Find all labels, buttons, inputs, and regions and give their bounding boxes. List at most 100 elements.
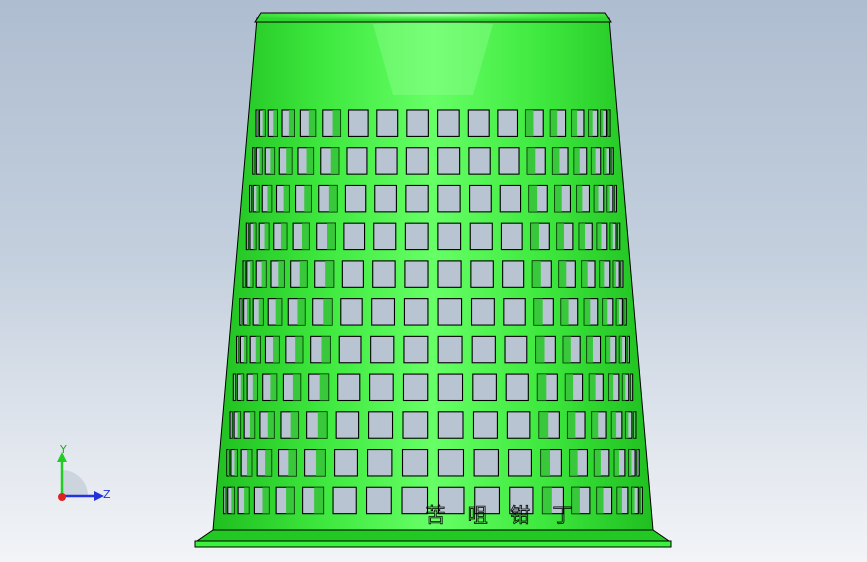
- wastebasket-model[interactable]: 苦 咀 钳 丁: [0, 0, 867, 562]
- hole-inner-wall: [625, 411, 629, 439]
- hole-inner-wall: [250, 260, 253, 288]
- hole-inner-wall: [283, 185, 290, 212]
- perforation-hole: [508, 448, 532, 477]
- perforation-hole: [437, 222, 462, 251]
- hole-inner-wall: [588, 110, 593, 137]
- hole-inner-wall: [265, 449, 272, 476]
- base-plate: [194, 540, 672, 548]
- hole-inner-wall: [563, 336, 571, 363]
- hole-inner-wall: [528, 185, 538, 212]
- perforation-hole: [437, 184, 461, 213]
- triad-plane-shading: [62, 470, 88, 496]
- perforation-hole: [468, 147, 491, 175]
- hole-inner-wall: [286, 147, 292, 175]
- hole-inner-wall: [594, 449, 601, 476]
- hole-inner-wall: [605, 336, 611, 363]
- perforation-hole: [403, 335, 429, 364]
- hole-inner-wall: [633, 411, 635, 439]
- perforation-hole: [370, 335, 395, 364]
- hole-inner-wall: [591, 147, 596, 175]
- perforation-hole: [341, 260, 364, 288]
- perforation-hole: [403, 298, 429, 326]
- y-axis-label: Y: [59, 443, 67, 456]
- hole-inner-wall: [614, 185, 616, 212]
- hole-inner-wall: [535, 336, 545, 363]
- hole-inner-wall: [292, 374, 301, 401]
- perforation-hole: [473, 448, 499, 477]
- perforation-hole: [500, 222, 523, 251]
- hole-inner-wall: [315, 449, 326, 476]
- perforation-hole: [401, 486, 429, 515]
- perforation-hole: [405, 147, 429, 175]
- hole-inner-wall: [273, 336, 280, 363]
- hole-inner-wall: [308, 110, 316, 137]
- hole-inner-wall: [594, 185, 599, 212]
- hole-inner-wall: [323, 298, 333, 326]
- 3d-viewport[interactable]: 苦 咀 钳 丁 Y Z: [0, 0, 867, 562]
- hole-inner-wall: [533, 298, 543, 326]
- hole-inner-wall: [636, 449, 638, 476]
- hole-inner-wall: [631, 487, 635, 514]
- hole-inner-wall: [253, 147, 255, 175]
- hole-inner-wall: [540, 449, 551, 476]
- hole-inner-wall: [616, 298, 620, 326]
- perforation-hole: [471, 335, 496, 364]
- hole-inner-wall: [597, 223, 602, 250]
- perforation-hole: [369, 373, 394, 402]
- hole-inner-wall: [261, 260, 267, 288]
- hole-inner-wall: [530, 223, 539, 250]
- hole-inner-wall: [527, 147, 536, 175]
- perforation-hole: [334, 448, 358, 477]
- hole-inner-wall: [267, 185, 272, 212]
- perforation-hole: [344, 184, 367, 213]
- hole-inner-wall: [565, 374, 574, 401]
- perforation-hole: [338, 335, 362, 364]
- perforation-hole: [405, 184, 429, 213]
- hole-inner-wall: [581, 260, 588, 288]
- perforation-hole: [498, 147, 520, 175]
- hole-inner-wall: [243, 336, 247, 363]
- top-rim: [254, 12, 612, 23]
- hole-inner-wall: [304, 185, 312, 212]
- hole-inner-wall: [579, 223, 586, 250]
- perforation-hole: [503, 298, 526, 326]
- perforation-hole: [340, 298, 363, 326]
- hole-inner-wall: [550, 110, 558, 137]
- perforation-hole: [376, 109, 399, 137]
- hole-inner-wall: [539, 411, 549, 439]
- hole-inner-wall: [622, 374, 626, 401]
- hole-inner-wall: [561, 298, 569, 326]
- perforation-hole: [365, 486, 392, 515]
- hole-inner-wall: [608, 110, 609, 137]
- hole-inner-wall: [328, 185, 338, 212]
- perforation-hole: [467, 109, 490, 137]
- perforation-hole: [502, 260, 525, 288]
- hole-inner-wall: [231, 411, 233, 439]
- hole-inner-wall: [240, 374, 244, 401]
- hole-inner-wall: [571, 110, 578, 137]
- hole-inner-wall: [558, 260, 567, 288]
- hole-inner-wall: [319, 374, 329, 401]
- perforation-hole: [470, 298, 495, 326]
- hole-inner-wall: [321, 336, 331, 363]
- hole-inner-wall: [576, 185, 583, 212]
- hole-inner-wall: [264, 223, 269, 250]
- hole-inner-wall: [614, 449, 620, 476]
- hole-inner-wall: [567, 411, 576, 439]
- hole-inner-wall: [290, 411, 299, 439]
- coordinate-triad-icon: Y Z: [57, 443, 111, 501]
- hole-inner-wall: [255, 336, 261, 363]
- perforation-hole: [437, 335, 463, 364]
- hole-inner-wall: [589, 374, 596, 401]
- perforation-hole: [401, 448, 429, 477]
- hole-inner-wall: [619, 336, 623, 363]
- perforation-hole: [497, 109, 519, 137]
- hole-inner-wall: [611, 411, 617, 439]
- hole-inner-wall: [630, 374, 632, 401]
- hole-inner-wall: [288, 449, 297, 476]
- perforation-hole: [437, 298, 463, 326]
- hole-inner-wall: [607, 185, 610, 212]
- hole-inner-wall: [275, 298, 282, 326]
- hole-inner-wall: [628, 449, 632, 476]
- perforation-hole: [406, 109, 429, 137]
